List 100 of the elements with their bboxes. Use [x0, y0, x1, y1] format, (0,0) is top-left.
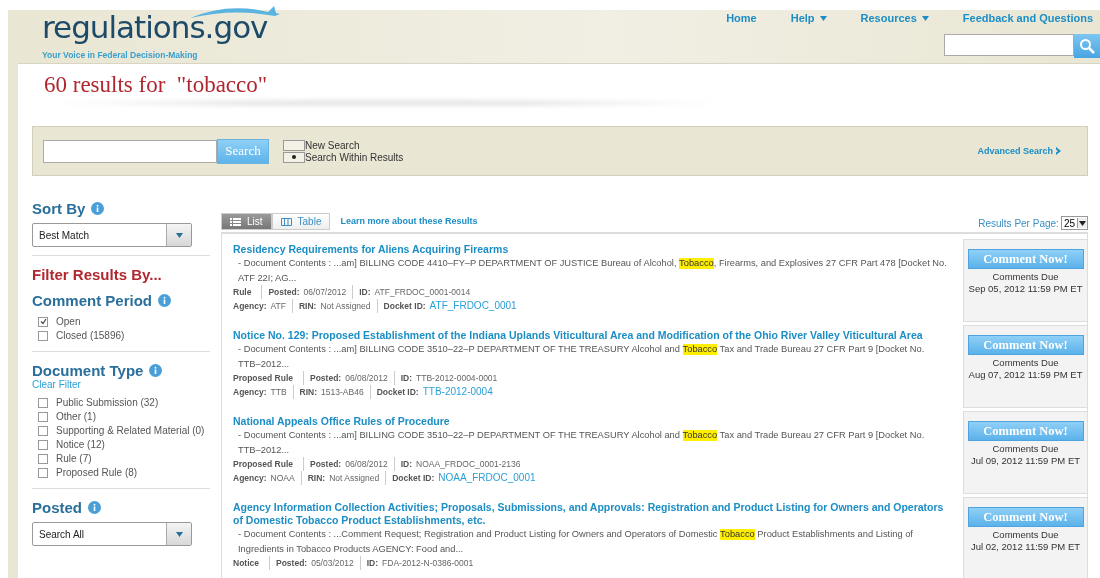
meta-label: RIN: [307, 473, 326, 483]
due-date: Jul 09, 2012 11:59 PM ET [970, 455, 1081, 467]
list-icon [230, 217, 241, 226]
meta-value: 05/03/2012 [311, 558, 354, 568]
learn-more-link[interactable]: Learn more about these Results [340, 216, 478, 226]
chevron-icon [1056, 147, 1061, 155]
section-title: Sort By [32, 200, 86, 217]
meta-value: TTB-2012-0004-0001 [416, 373, 498, 383]
table-icon [280, 217, 292, 226]
due-date: Sep 05, 2012 11:59 PM ET [968, 283, 1083, 295]
meta-value: 1513-AB46 [321, 387, 364, 397]
filter-title: Filter Results By... [32, 266, 162, 283]
meta-value: ATF_FRDOC_0001-0014 [374, 287, 471, 297]
clear-filter-link[interactable]: Clear Filter [32, 379, 210, 390]
caret-icon [1079, 220, 1086, 226]
meta-label: Agency: [233, 301, 267, 311]
nav-link[interactable]: Resources [838, 12, 941, 24]
meta-label: ID: [359, 287, 371, 297]
meta-value: 06/08/2012 [345, 459, 388, 469]
dropdown[interactable]: Best Match [32, 223, 192, 247]
comment-now-button[interactable]: Comment Now! [967, 335, 1084, 355]
filter-option: Rule (7) [56, 452, 92, 466]
due-label: Comments Due [992, 271, 1059, 283]
search-field[interactable] [43, 139, 217, 163]
result-title[interactable]: Notice No. 129: Proposed Establishment of the Indiana Uplands Viticultural Area and Modification of the Ohio River Valley Viticultural Area [233, 329, 955, 342]
meta-label: ID: [400, 373, 413, 383]
radio-label: Search Within Results [305, 151, 404, 163]
advanced-search-link[interactable]: Advanced Search [977, 146, 1061, 156]
document-excerpt: - Document Contents : ...Comment Request; Registration and Product Listing for Owners and Operators of Domestic Tobacco Product Establishments and Listing of Ingredients in Tobacco Products AGENCY: Food and... [237, 528, 914, 556]
checkbox[interactable] [38, 398, 48, 408]
meta-value: NOAA [270, 473, 295, 483]
tagline: Your Voice in Federal Decision-Making [42, 50, 199, 60]
meta-value: TTB [270, 387, 287, 397]
caret-icon [175, 531, 183, 537]
meta-label: Docket ID: [376, 387, 419, 397]
search-button[interactable] [1074, 34, 1100, 58]
filter-option: Public Submission (32) [56, 396, 159, 410]
info-icon[interactable] [158, 294, 171, 307]
document-excerpt: - Document Contents : ...am] BILLING CODE 4410–FY–P DEPARTMENT OF JUSTICE Bureau of Alcohol, Tobacco, Firearms, and Explosives 27 CFR Part 478 [Docket No. ATF 22I; AG... [237, 257, 948, 285]
search-field[interactable] [944, 34, 1074, 56]
due-label: Comments Due [992, 357, 1059, 369]
view-tab[interactable]: Table [271, 213, 331, 230]
checkbox[interactable] [38, 426, 48, 436]
meta-label: RIN: [299, 387, 318, 397]
meta-label: ID: [366, 558, 379, 568]
meta-label: Agency: [233, 387, 267, 397]
meta-value: 06/07/2012 [303, 287, 347, 297]
checkbox[interactable] [38, 468, 48, 478]
checkbox[interactable] [38, 454, 48, 464]
docket-link[interactable]: NOAA_FRDOC_0001 [438, 472, 536, 483]
due-date: Jul 02, 2012 11:59 PM ET [970, 541, 1081, 553]
checkbox[interactable] [38, 412, 48, 422]
meta-label: Posted: [310, 373, 342, 383]
section-title: Posted [32, 499, 82, 516]
comment-now-button[interactable]: Comment Now! [967, 507, 1084, 527]
nav-link[interactable]: Feedback and Questions [940, 12, 1100, 24]
nav-link[interactable]: Home [704, 12, 769, 24]
filter-option: Closed (15896) [56, 329, 125, 343]
meta-label: Agency: [233, 473, 267, 483]
site-logo[interactable]: regulations.gov [42, 8, 268, 46]
caret-icon [175, 232, 183, 238]
result-title[interactable]: Residency Requirements for Aliens Acquiring Firearms [233, 243, 955, 256]
per-page-dropdown[interactable]: 25 [1060, 216, 1088, 230]
filter-option: Open [56, 315, 81, 329]
checkbox[interactable] [38, 440, 48, 450]
docket-link[interactable]: TTB-2012-0004 [422, 386, 493, 397]
meta-value: NOAA_FRDOC_0001-2136 [416, 459, 521, 469]
comment-now-button[interactable]: Comment Now! [967, 249, 1084, 269]
meta-label: Docket ID: [383, 301, 426, 311]
docket-link[interactable]: ATF_FRDOC_0001 [429, 300, 517, 311]
meta-value: Not Assigned [329, 473, 380, 483]
meta-label: Proposed Rule [233, 373, 293, 383]
result-title[interactable]: Agency Information Collection Activities; Proposals, Submissions, and Approvals: Registration and Product Listing for Owners and Operators of Domestic Tobacco Product Establishments, etc. [233, 501, 955, 527]
filter-option: Supporting & Related Material (0) [56, 424, 205, 438]
radio-button[interactable] [283, 151, 305, 163]
result-title[interactable]: National Appeals Office Rules of Procedure [233, 415, 955, 428]
filter-option: Other (1) [56, 410, 96, 424]
caret-icon [921, 15, 929, 21]
filter-option: Proposed Rule (8) [56, 466, 138, 480]
dropdown[interactable]: Search All [32, 522, 192, 546]
info-icon[interactable] [149, 364, 163, 377]
comment-now-button[interactable]: Comment Now! [967, 421, 1084, 441]
results-title: 60 results for "tobacco" [44, 72, 269, 99]
meta-label: Docket ID: [392, 473, 435, 483]
search-button[interactable]: Search [217, 138, 269, 164]
radio-label: New Search [305, 139, 360, 151]
due-label: Comments Due [992, 443, 1059, 455]
info-icon[interactable] [91, 202, 105, 215]
info-icon[interactable] [88, 501, 101, 514]
checkbox[interactable] [38, 331, 48, 341]
meta-label: ID: [400, 459, 413, 469]
meta-label: Notice [233, 558, 259, 568]
nav-link[interactable]: Help [768, 12, 839, 24]
section-title: Comment Period [32, 292, 152, 309]
meta-value: ATF [270, 301, 286, 311]
view-tab[interactable]: List [221, 213, 272, 230]
results-per-page-label: Results Per Page: [978, 217, 1059, 229]
checkbox[interactable] [38, 317, 48, 327]
meta-label: Rule [233, 287, 252, 297]
radio-button[interactable] [283, 139, 305, 151]
